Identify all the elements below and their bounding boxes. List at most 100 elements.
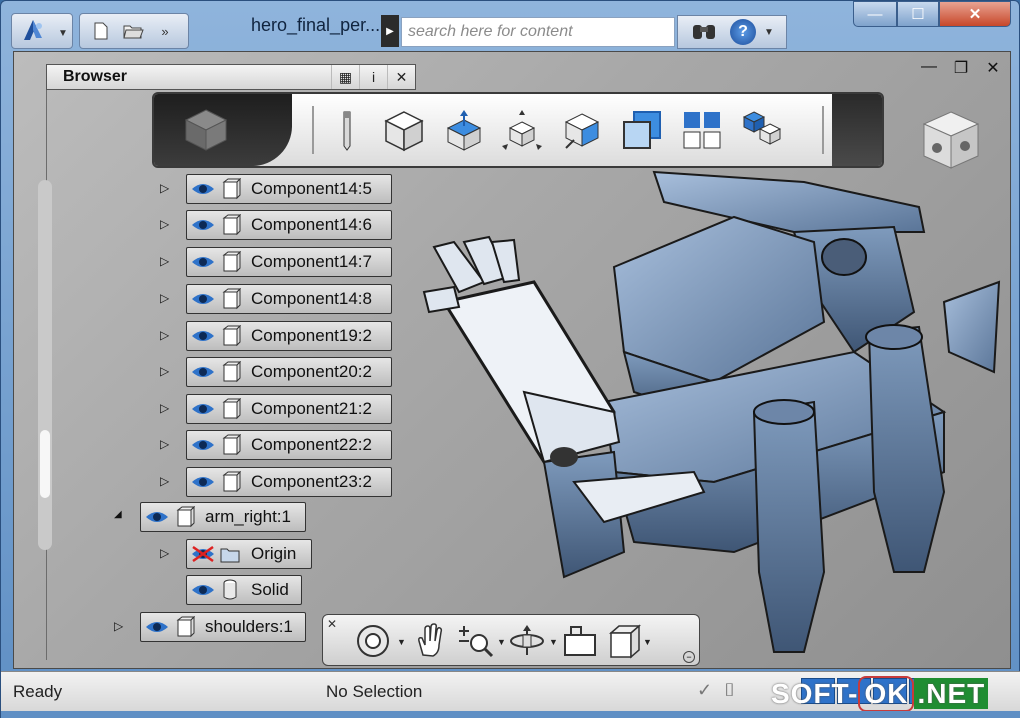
visibility-eye-icon[interactable] [191,364,215,380]
viewport-window-controls: — ❐ ✕ [916,58,1006,80]
pencil-icon[interactable] [324,108,368,152]
hidden-eye-icon[interactable] [191,546,215,562]
close-icon[interactable]: ✕ [387,65,415,89]
info-icon[interactable]: i [359,65,387,89]
more-tools-icon[interactable]: » [154,20,176,42]
chevron-down-icon[interactable]: ▼ [643,637,652,647]
orbit-icon[interactable] [507,623,547,659]
watermark-text-3: .NET [914,678,989,709]
steering-wheel-icon[interactable] [353,623,393,659]
new-file-icon[interactable] [90,20,112,42]
calculator-icon[interactable]: ▦ [331,65,359,89]
tree-row-component[interactable]: ▷ Component22:2 [160,430,400,460]
expand-arrow-icon[interactable]: ▷ [160,217,174,231]
search-input[interactable]: search here for content [401,17,675,47]
bracket-icon[interactable]: ⌷ [724,680,735,701]
tree-row-component[interactable]: ▷ Component19:2 [160,321,400,351]
expand-arrow-icon[interactable]: ▷ [160,181,174,195]
close-button[interactable]: ✕ [939,1,1011,27]
collapse-icon[interactable]: − [683,651,695,663]
status-tools: ✓ ⌷ [697,680,735,701]
chevron-down-icon[interactable]: ▼ [58,28,68,39]
tree-row-arm-right[interactable]: ◢ arm_right:1 [114,502,314,532]
visibility-eye-icon[interactable] [145,509,169,525]
minimize-button[interactable]: — [853,1,897,27]
tree-node[interactable]: shoulders:1 [140,612,306,642]
tree-row-component[interactable]: ▷ Component23:2 [160,467,400,497]
visibility-eye-icon[interactable] [191,474,215,490]
maximize-button[interactable]: ☐ [897,1,939,27]
tree-node[interactable]: Solid [186,575,302,605]
box-edit-icon[interactable] [560,108,604,152]
visibility-eye-icon[interactable] [191,401,215,417]
expand-arrow-icon[interactable]: ▷ [160,546,174,560]
tree-node[interactable]: Component20:2 [186,357,392,387]
expand-arrow-icon[interactable]: ▷ [160,437,174,451]
view-cube-nav-icon[interactable] [603,623,643,659]
application-menu-button[interactable]: ▼ [11,13,73,49]
zoom-icon[interactable] [455,623,495,659]
tree-row-component[interactable]: ▷ Component21:2 [160,394,400,424]
visibility-eye-icon[interactable] [191,328,215,344]
pattern-cubes-icon[interactable] [740,108,784,152]
tree-row-component[interactable]: ▷ Component14:6 [160,210,400,240]
look-at-icon[interactable] [561,623,601,659]
visibility-eye-icon[interactable] [191,582,215,598]
expand-arrow-icon[interactable]: ▷ [160,401,174,415]
navigation-bar: ✕ ▼ ▼ ▼ ▼ − [322,614,700,666]
tree-node[interactable]: arm_right:1 [140,502,306,532]
tile-grid-icon[interactable] [680,108,724,152]
box-icon[interactable] [382,108,426,152]
expand-arrow-icon[interactable]: ▷ [160,364,174,378]
help-icon[interactable]: ? [730,19,756,45]
tree-node[interactable]: Origin [186,539,312,569]
tree-node[interactable]: Component23:2 [186,467,392,497]
expand-arrow-icon[interactable]: ▷ [160,328,174,342]
chevron-down-icon[interactable]: ▼ [497,637,506,647]
visibility-eye-icon[interactable] [191,437,215,453]
graphics-viewport[interactable]: Browser ▦ i ✕ — ❐ ✕ ▷ Component14:5 ▷ Co… [13,51,1011,669]
tree-node[interactable]: Component14:7 [186,247,392,277]
tree-row-origin[interactable]: ▷ Origin [160,539,330,569]
expand-arrow-icon[interactable]: ▷ [160,254,174,268]
visibility-eye-icon[interactable] [145,619,169,635]
collapse-arrow-icon[interactable]: ◢ [114,509,128,523]
tree-node[interactable]: Component19:2 [186,321,392,351]
move-3d-icon[interactable] [500,108,544,152]
extrude-icon[interactable] [442,108,486,152]
close-button[interactable]: ✕ [980,58,1006,80]
visibility-eye-icon[interactable] [191,291,215,307]
visibility-eye-icon[interactable] [191,181,215,197]
tree-row-component[interactable]: ▷ Component20:2 [160,357,400,387]
minimize-button[interactable]: — [916,58,942,80]
chevron-down-icon[interactable]: ▼ [764,27,774,38]
binoculars-icon[interactable] [686,19,722,46]
chevron-down-icon[interactable]: ▼ [397,637,406,647]
tree-node[interactable]: Component22:2 [186,430,392,460]
tree-node[interactable]: Component14:8 [186,284,392,314]
tree-row-component[interactable]: ▷ Component14:7 [160,247,400,277]
checkmark-icon[interactable]: ✓ [697,680,712,701]
chevron-right-icon[interactable]: ▶ [381,15,399,47]
tree-row-shoulders[interactable]: ▷ shoulders:1 [114,612,314,642]
overlap-squares-icon[interactable] [620,108,664,152]
tree-node[interactable]: Component21:2 [186,394,392,424]
restore-button[interactable]: ❐ [948,58,974,80]
rubiks-cube-icon[interactable] [182,108,230,152]
view-cube-icon[interactable] [920,110,982,170]
close-icon[interactable]: ✕ [327,617,337,631]
tree-row-solid[interactable]: Solid [186,575,306,605]
open-folder-icon[interactable] [122,20,144,42]
tree-node[interactable]: Component14:6 [186,210,392,240]
pan-hand-icon[interactable] [411,623,451,659]
expand-arrow-icon[interactable]: ▷ [114,619,128,633]
tree-row-component[interactable]: ▷ Component14:5 [160,174,400,204]
browser-scrollbar-thumb[interactable] [40,430,50,498]
chevron-down-icon[interactable]: ▼ [549,637,558,647]
visibility-eye-icon[interactable] [191,217,215,233]
expand-arrow-icon[interactable]: ▷ [160,291,174,305]
tree-node[interactable]: Component14:5 [186,174,392,204]
expand-arrow-icon[interactable]: ▷ [160,474,174,488]
visibility-eye-icon[interactable] [191,254,215,270]
tree-row-component[interactable]: ▷ Component14:8 [160,284,400,314]
